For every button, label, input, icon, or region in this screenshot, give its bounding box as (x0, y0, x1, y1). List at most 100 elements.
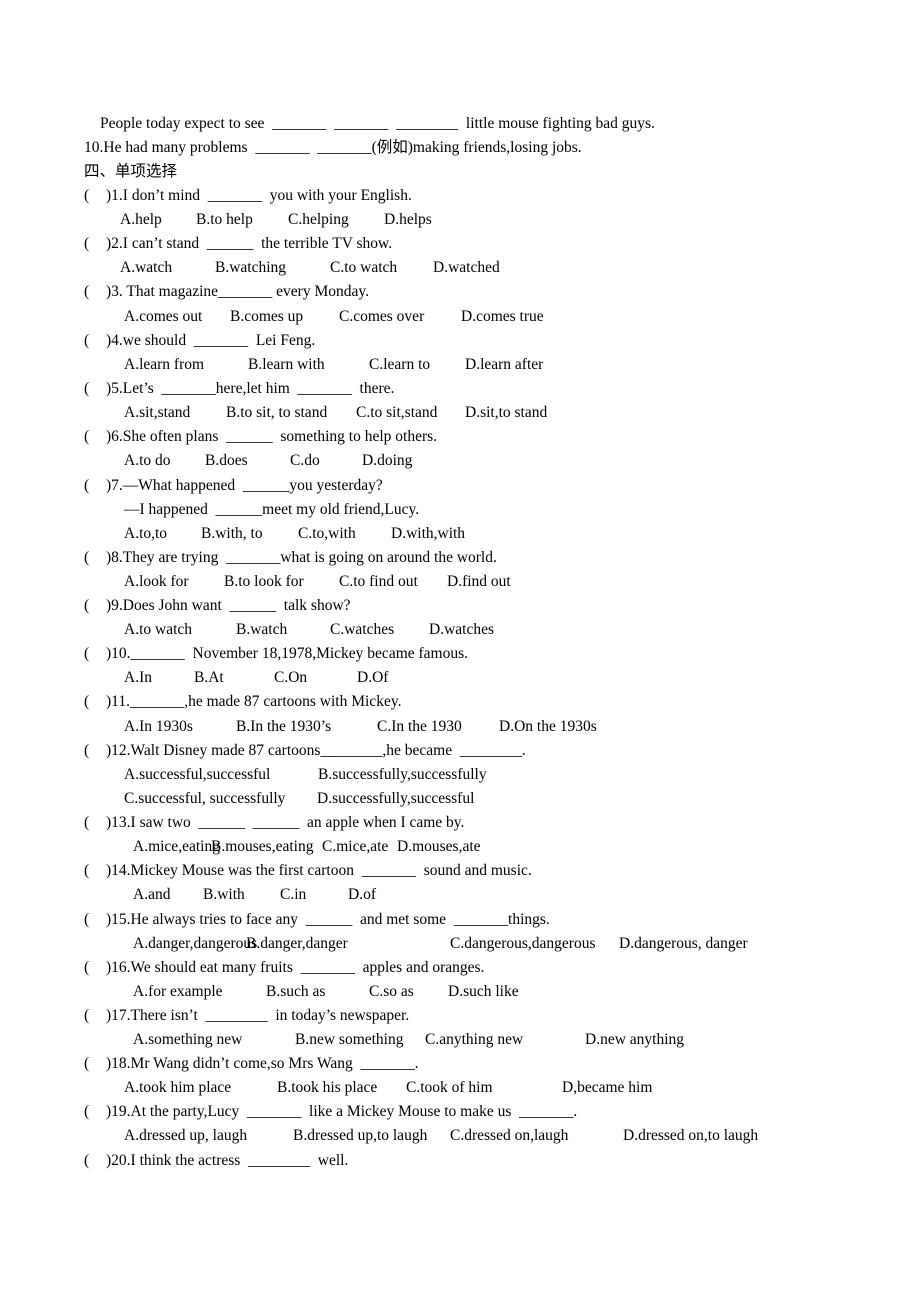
option-d: D,became him (562, 1079, 653, 1096)
option-d: D.watched (433, 259, 500, 276)
option-b: B.with, to (201, 525, 263, 542)
option-a: A.danger,dangerous (133, 935, 258, 952)
option-row: A.mice,eating B.mouses,eating C.mice,ate D.… (0, 837, 920, 857)
answer-blank[interactable]: ( (84, 644, 106, 664)
question-stem: )18.Mr Wang didn’t come,so Mrs Wang ____… (106, 1055, 419, 1072)
question-stem: )13.I saw two ______ ______ an apple whe… (106, 814, 465, 831)
answer-blank[interactable]: ( (84, 861, 106, 881)
option-c: C.took of him (406, 1079, 493, 1096)
answer-blank[interactable]: ( (84, 1151, 106, 1171)
answer-blank[interactable]: ( (84, 427, 106, 447)
question-1: ()1.I don’t mind _______ you with your E… (84, 186, 412, 206)
answer-blank[interactable]: ( (84, 476, 106, 496)
answer-blank[interactable]: ( (84, 596, 106, 616)
option-row: A.danger,dangerous B.danger,danger C.dange… (0, 934, 920, 954)
answer-blank[interactable]: ( (84, 186, 106, 206)
question-stem: )2.I can’t stand ______ the terrible TV … (106, 235, 393, 252)
option-d: D.new anything (585, 1031, 685, 1048)
option-a: A.for example (133, 983, 223, 1000)
option-b: B.comes up (230, 308, 304, 325)
answer-blank[interactable]: ( (84, 958, 106, 978)
question-stem: )8.They are trying _______what is going … (106, 549, 497, 566)
question-11: ()11._______,he made 87 cartoons with Mi… (84, 692, 401, 712)
option-row: A.took him place B.took his place C.took o… (0, 1078, 920, 1098)
option-row: A.dressed up, laugh B.dressed up,to laugh… (0, 1126, 920, 1146)
option-c: C.helping (288, 211, 349, 228)
answer-blank[interactable]: ( (84, 548, 106, 568)
question-5: ()5.Let’s _______here,let him _______ th… (84, 379, 394, 399)
option-row: A.In B.At C.On D.Of (0, 668, 920, 688)
option-c: C.learn to (369, 356, 431, 373)
answer-blank[interactable]: ( (84, 1054, 106, 1074)
option-c: C.successful, successfully (124, 790, 286, 807)
option-d: D.dangerous, danger (619, 935, 748, 952)
answer-blank[interactable]: ( (84, 692, 106, 712)
option-a: A.In 1930s (124, 718, 193, 735)
option-c: C.watches (330, 621, 395, 638)
intro-line-1: People today expect to see _______ _____… (100, 115, 655, 132)
option-row: A.for example B.such as C.so as D.such like (0, 982, 920, 1002)
question-stem: )14.Mickey Mouse was the first cartoon _… (106, 862, 532, 879)
option-b: B.mouses,eating (211, 838, 314, 855)
question-stem: )19.At the party,Lucy _______ like a Mic… (106, 1103, 578, 1120)
option-b: B.dressed up,to laugh (293, 1127, 428, 1144)
answer-blank[interactable]: ( (84, 234, 106, 254)
option-d: D.mouses,ate (397, 838, 481, 855)
question-12: ()12.Walt Disney made 87 cartoons_______… (84, 741, 526, 761)
option-d: D.dressed on,to laugh (623, 1127, 759, 1144)
option-row: A.learn from B.learn with C.learn to D.lear… (0, 355, 920, 375)
option-row: A.look for B.to look for C.to find out D.fi… (0, 572, 920, 592)
option-row: A.successful,successful B.successfully,su… (0, 765, 920, 785)
option-b: B.does (205, 452, 248, 469)
option-d: D.sit,to stand (465, 404, 548, 421)
option-b: B.successfully,successfully (318, 766, 487, 783)
answer-blank[interactable]: ( (84, 741, 106, 761)
question-stem: )7.—What happened ______you yesterday? (106, 477, 383, 494)
option-b: B.danger,danger (246, 935, 348, 952)
question-7: ()7.—What happened ______you yesterday? (84, 476, 383, 496)
question-3: ()3. That magazine_______ every Monday. (84, 282, 369, 302)
answer-blank[interactable]: ( (84, 1102, 106, 1122)
option-row: A.In 1930s B.In the 1930’s C.In the 1930 D.… (0, 717, 920, 737)
answer-blank[interactable]: ( (84, 282, 106, 302)
option-c: C.in (280, 886, 307, 903)
option-row: A.comes out B.comes up C.comes over D.comes… (0, 307, 920, 327)
option-d: D.watches (429, 621, 494, 638)
question-9: ()9.Does John want ______ talk show? (84, 596, 351, 616)
option-d: D.learn after (465, 356, 544, 373)
option-a: A.mice,eating (133, 838, 220, 855)
option-row: A.watch B.watching C.to watch D.watched (0, 258, 920, 278)
option-a: A.look for (124, 573, 189, 590)
answer-blank[interactable]: ( (84, 910, 106, 930)
option-a: A.took him place (124, 1079, 232, 1096)
answer-blank[interactable]: ( (84, 379, 106, 399)
section-title: 四、单项选择 (84, 163, 178, 180)
option-c: C.On (274, 669, 308, 686)
option-c: C.dressed on,laugh (450, 1127, 569, 1144)
question-stem: )5.Let’s _______here,let him _______ the… (106, 380, 395, 397)
question-13: ()13.I saw two ______ ______ an apple wh… (84, 813, 464, 833)
question-8: ()8.They are trying _______what is going… (84, 548, 497, 568)
question-stem: )9.Does John want ______ talk show? (106, 597, 351, 614)
option-a: A.learn from (124, 356, 205, 373)
question-stem: )10._______ November 18,1978,Mickey beca… (106, 645, 469, 662)
answer-blank[interactable]: ( (84, 813, 106, 833)
option-d: D.such like (448, 983, 519, 1000)
question-4: ()4.we should _______ Lei Feng. (84, 331, 315, 351)
option-d: D.helps (384, 211, 432, 228)
option-row: A.to do B.does C.do D.doing (0, 451, 920, 471)
option-a: A.to,to (124, 525, 168, 542)
option-a: A.successful,successful (124, 766, 271, 783)
option-b: B.watching (215, 259, 287, 276)
question-stem: )17.There isn’t ________ in today’s news… (106, 1007, 410, 1024)
answer-blank[interactable]: ( (84, 1006, 106, 1026)
option-row: A.help B.to help C.helping D.helps (0, 210, 920, 230)
answer-blank[interactable]: ( (84, 331, 106, 351)
option-row: A.and B.with C.in D.of (0, 885, 920, 905)
option-d: D.find out (447, 573, 511, 590)
option-b: B.In the 1930’s (236, 718, 332, 735)
option-b: B.with (203, 886, 245, 903)
option-c: C.to find out (339, 573, 418, 590)
option-c: C.to sit,stand (356, 404, 438, 421)
option-a: A.comes out (124, 308, 203, 325)
